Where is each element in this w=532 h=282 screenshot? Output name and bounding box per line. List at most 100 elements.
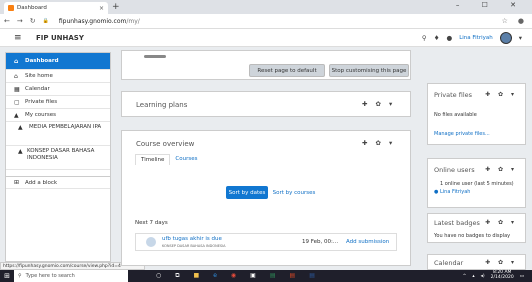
task-view-icon[interactable]: ⧉: [175, 272, 179, 280]
manage-files-link[interactable]: Manage private files...: [434, 131, 490, 137]
event-date: 19 Feb, 00:...: [302, 239, 339, 245]
sort-by-dates-button[interactable]: Sort by dates: [226, 186, 268, 199]
profile-icon[interactable]: ●: [518, 17, 524, 25]
online-user-name: Lina Fitriyah: [439, 189, 471, 195]
user-name[interactable]: Lina Fitriyah: [459, 35, 493, 41]
event-title[interactable]: ufb tugas akhir is due: [162, 236, 222, 242]
reload-icon[interactable]: ↻: [30, 17, 36, 25]
taskbar-search[interactable]: ⚲ Type here to search: [14, 270, 128, 282]
navbar-right: ⚲ ♦ ● Lina Fitriyah ▾: [422, 32, 522, 44]
sidebar-item-label: KONSEP DASAR BAHASA INDONESIA: [27, 148, 95, 161]
add-submission-link[interactable]: Add submission: [346, 239, 389, 245]
tab-title: Dashboard: [17, 5, 47, 11]
system-tray: ^ ▴ ◂) 8:20 AM 2/14/2020 ▭: [463, 270, 524, 282]
file-explorer-icon[interactable]: ■: [194, 272, 200, 280]
user-avatar-icon: ●: [434, 189, 439, 195]
online-users-block: Online users ✚ ✿ ▾ 1 online user (last 5…: [427, 158, 526, 208]
block-title: Private files: [434, 91, 473, 99]
block-title: Course overview: [136, 140, 195, 148]
excel-icon[interactable]: ▤: [270, 272, 276, 280]
graduation-cap-icon: ▲: [18, 148, 23, 155]
sidebar-item-calendar[interactable]: ▦ Calendar: [6, 83, 110, 96]
tab-timeline[interactable]: Timeline: [135, 154, 171, 165]
lock-icon: 🔒: [42, 18, 49, 24]
search-icon[interactable]: ⚲: [422, 34, 427, 42]
tab-courses[interactable]: Courses: [170, 154, 203, 165]
site-name[interactable]: FIP UNHASY: [36, 34, 84, 42]
tab-close-icon[interactable]: ×: [99, 5, 104, 12]
block-controls[interactable]: ✚ ✿ ▾: [485, 259, 517, 266]
stop-customising-button[interactable]: Stop customising this page: [329, 64, 409, 77]
block-controls[interactable]: ✚ ✿ ▾: [485, 166, 517, 173]
event-course: KONSEP DASAR BAHASA INDONESIA: [162, 244, 226, 248]
volume-icon[interactable]: ◂): [481, 274, 485, 279]
powerpoint-icon[interactable]: ▤: [290, 272, 296, 280]
url-path: /my/: [126, 17, 140, 25]
sidebar-item-label: Site home: [25, 73, 53, 79]
add-block-link[interactable]: ⊞ Add a block: [6, 176, 110, 189]
cortana-icon[interactable]: ○: [156, 272, 161, 280]
messages-icon[interactable]: ●: [447, 34, 453, 42]
assignment-icon: [146, 237, 156, 247]
sidebar-item-private-files[interactable]: ▢ Private files: [6, 96, 110, 109]
block-controls[interactable]: ✚ ✿ ▾: [362, 139, 395, 147]
user-menu-chevron-icon[interactable]: ▾: [519, 34, 522, 42]
block-title: Online users: [434, 166, 475, 174]
network-icon[interactable]: ▴: [472, 274, 474, 279]
clock[interactable]: 8:20 AM 2/14/2020: [491, 270, 514, 281]
sidebar-item-course-ipa[interactable]: ▲ MEDIA PEMBELAJARAN IPA: [6, 122, 110, 146]
browser-tab[interactable]: Dashboard ×: [4, 2, 108, 14]
bookmark-star-icon[interactable]: ☆: [502, 17, 508, 25]
online-user-link[interactable]: ● Lina Fitriyah: [434, 189, 470, 195]
calendar-block: Calendar ✚ ✿ ▾: [427, 254, 526, 270]
tray-up-icon[interactable]: ^: [463, 274, 467, 279]
block-controls[interactable]: ✚ ✿ ▾: [362, 100, 395, 108]
sidebar-item-label: Private files: [25, 99, 58, 105]
next-7-days-label: Next 7 days: [135, 220, 168, 226]
sidebar-item-label: Calendar: [25, 86, 50, 92]
new-tab-button[interactable]: +: [112, 2, 120, 12]
sidebar-item-label: My courses: [25, 112, 56, 118]
chrome-icon[interactable]: ◉: [231, 272, 236, 280]
timeline-event: ufb tugas akhir is due KONSEP DASAR BAHA…: [135, 233, 397, 251]
browser-tab-bar: Dashboard × + – ☐ ✕: [0, 0, 532, 14]
url-host: fipunhasy.gnomio.com: [58, 17, 127, 25]
nav-drawer: ⌂ Dashboard ⌂ Site home ▦ Calendar ▢ Pri…: [5, 52, 111, 262]
window-controls[interactable]: – ☐ ✕: [456, 1, 526, 9]
windows-start-icon[interactable]: ⊞: [0, 272, 14, 280]
dashboard-icon: ⌂: [14, 57, 19, 65]
windows-taskbar: ⊞ ⚲ Type here to search ○ ⧉ ■ e ◉ ▣ ▤ ▤ …: [0, 270, 532, 282]
notifications-icon[interactable]: ♦: [434, 34, 440, 42]
search-placeholder: Type here to search: [25, 273, 75, 279]
graduation-cap-icon: ▲: [18, 124, 23, 131]
sidebar-item-dashboard[interactable]: ⌂ Dashboard: [6, 53, 110, 70]
word-icon[interactable]: ▤: [309, 272, 315, 280]
block-controls[interactable]: ✚ ✿ ▾: [485, 91, 517, 98]
browser-tools: ☆ ●: [502, 17, 524, 25]
forward-icon[interactable]: →: [17, 17, 23, 25]
add-block-label: Add a block: [25, 179, 58, 186]
sidebar-item-my-courses[interactable]: ▲ My courses: [6, 109, 110, 122]
sort-by-courses-button[interactable]: Sort by courses: [271, 186, 317, 199]
private-files-block: Private files ✚ ✿ ▾ No files available M…: [427, 83, 526, 145]
url-field[interactable]: fipunhasy.gnomio.com/my/: [59, 18, 140, 25]
store-icon[interactable]: ▣: [250, 272, 256, 280]
overview-tabs: Timeline Courses: [135, 154, 203, 165]
block-title: Calendar: [434, 259, 464, 267]
home-icon: ⌂: [14, 72, 18, 80]
sidebar-item-site-home[interactable]: ⌂ Site home: [6, 70, 110, 83]
sidebar-item-course-bahasa[interactable]: ▲ KONSEP DASAR BAHASA INDONESIA: [6, 146, 110, 170]
reset-page-button[interactable]: Reset page to default: [249, 64, 325, 77]
search-icon: ⚲: [18, 273, 22, 279]
latest-badges-block: Latest badges ✚ ✿ ▾ You have no badges t…: [427, 213, 526, 243]
plus-square-icon: ⊞: [14, 179, 20, 186]
back-icon[interactable]: ←: [4, 17, 10, 25]
block-title: Latest badges: [434, 219, 480, 227]
top-navbar: ≡ FIP UNHASY ⚲ ♦ ● Lina Fitriyah ▾: [0, 29, 532, 47]
menu-toggle-icon[interactable]: ≡: [14, 33, 26, 43]
block-controls[interactable]: ✚ ✿ ▾: [485, 219, 517, 226]
learning-plans-block: Learning plans ✚ ✿ ▾: [121, 91, 411, 117]
notifications-icon[interactable]: ▭: [520, 274, 524, 279]
avatar[interactable]: [499, 32, 512, 44]
edge-icon[interactable]: e: [213, 272, 217, 280]
